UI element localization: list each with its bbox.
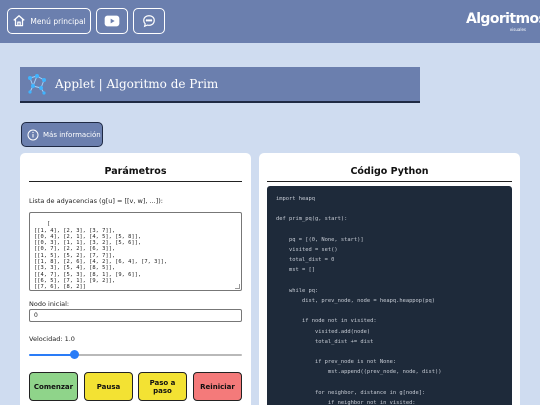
adjacency-list-value: [ [[1, 4], [2, 3], [3, 7]], [[0, 4], [2,…	[34, 221, 168, 291]
site-logo[interactable]: Algoritmos visuales	[466, 11, 540, 35]
graph-network-icon	[28, 74, 46, 95]
main-menu-button[interactable]: Menú principal	[7, 8, 91, 34]
python-code-panel: Código Python import heapq def prim_pq(g…	[259, 153, 520, 405]
speed-slider-thumb[interactable]	[69, 350, 79, 359]
speed-slider-fill	[29, 354, 74, 356]
speed-label: Velocidad: 1.0	[29, 335, 75, 343]
more-info-label: Más información	[43, 130, 101, 139]
youtube-button[interactable]	[96, 8, 128, 34]
chat-bubble-icon	[143, 15, 155, 28]
more-info-button[interactable]: Más información	[21, 122, 103, 147]
start-node-input[interactable]: 0	[29, 309, 242, 322]
home-icon	[13, 15, 26, 27]
info-icon	[27, 129, 39, 140]
pause-button[interactable]: Pausa	[84, 372, 133, 401]
logo-tagline: visuales	[509, 27, 526, 32]
code-title: Código Python	[267, 166, 512, 182]
step-button[interactable]: Paso a paso	[138, 372, 187, 401]
speed-slider[interactable]	[29, 350, 242, 360]
youtube-icon	[104, 15, 120, 27]
adjacency-list-textarea[interactable]: [ [[1, 4], [2, 3], [3, 7]], [[0, 4], [2,…	[29, 212, 242, 291]
start-node-label: Nodo inicial:	[29, 300, 70, 308]
resize-handle[interactable]	[235, 284, 240, 289]
top-navigation-bar: Menú principal Algoritmos visuales	[0, 0, 540, 43]
logo-wordmark: Algoritmos	[466, 11, 540, 27]
start-button[interactable]: Comenzar	[29, 372, 78, 401]
main-menu-label: Menú principal	[30, 16, 86, 26]
reset-button[interactable]: Reiniciar	[193, 372, 242, 401]
adjacency-list-label: Lista de adyacencias (g[u] = [[v, w], ..…	[29, 197, 163, 205]
comments-button[interactable]	[133, 8, 165, 34]
parameters-title: Parámetros	[29, 166, 242, 182]
speed-slider-track	[73, 354, 242, 356]
page-title: Applet | Algoritmo de Prim	[55, 77, 219, 91]
page-header: Applet | Algoritmo de Prim	[20, 67, 420, 103]
python-code-block: import heapq def prim_pq(g, start): pq =…	[267, 186, 512, 405]
parameters-panel: Parámetros Lista de adyacencias (g[u] = …	[20, 153, 251, 405]
